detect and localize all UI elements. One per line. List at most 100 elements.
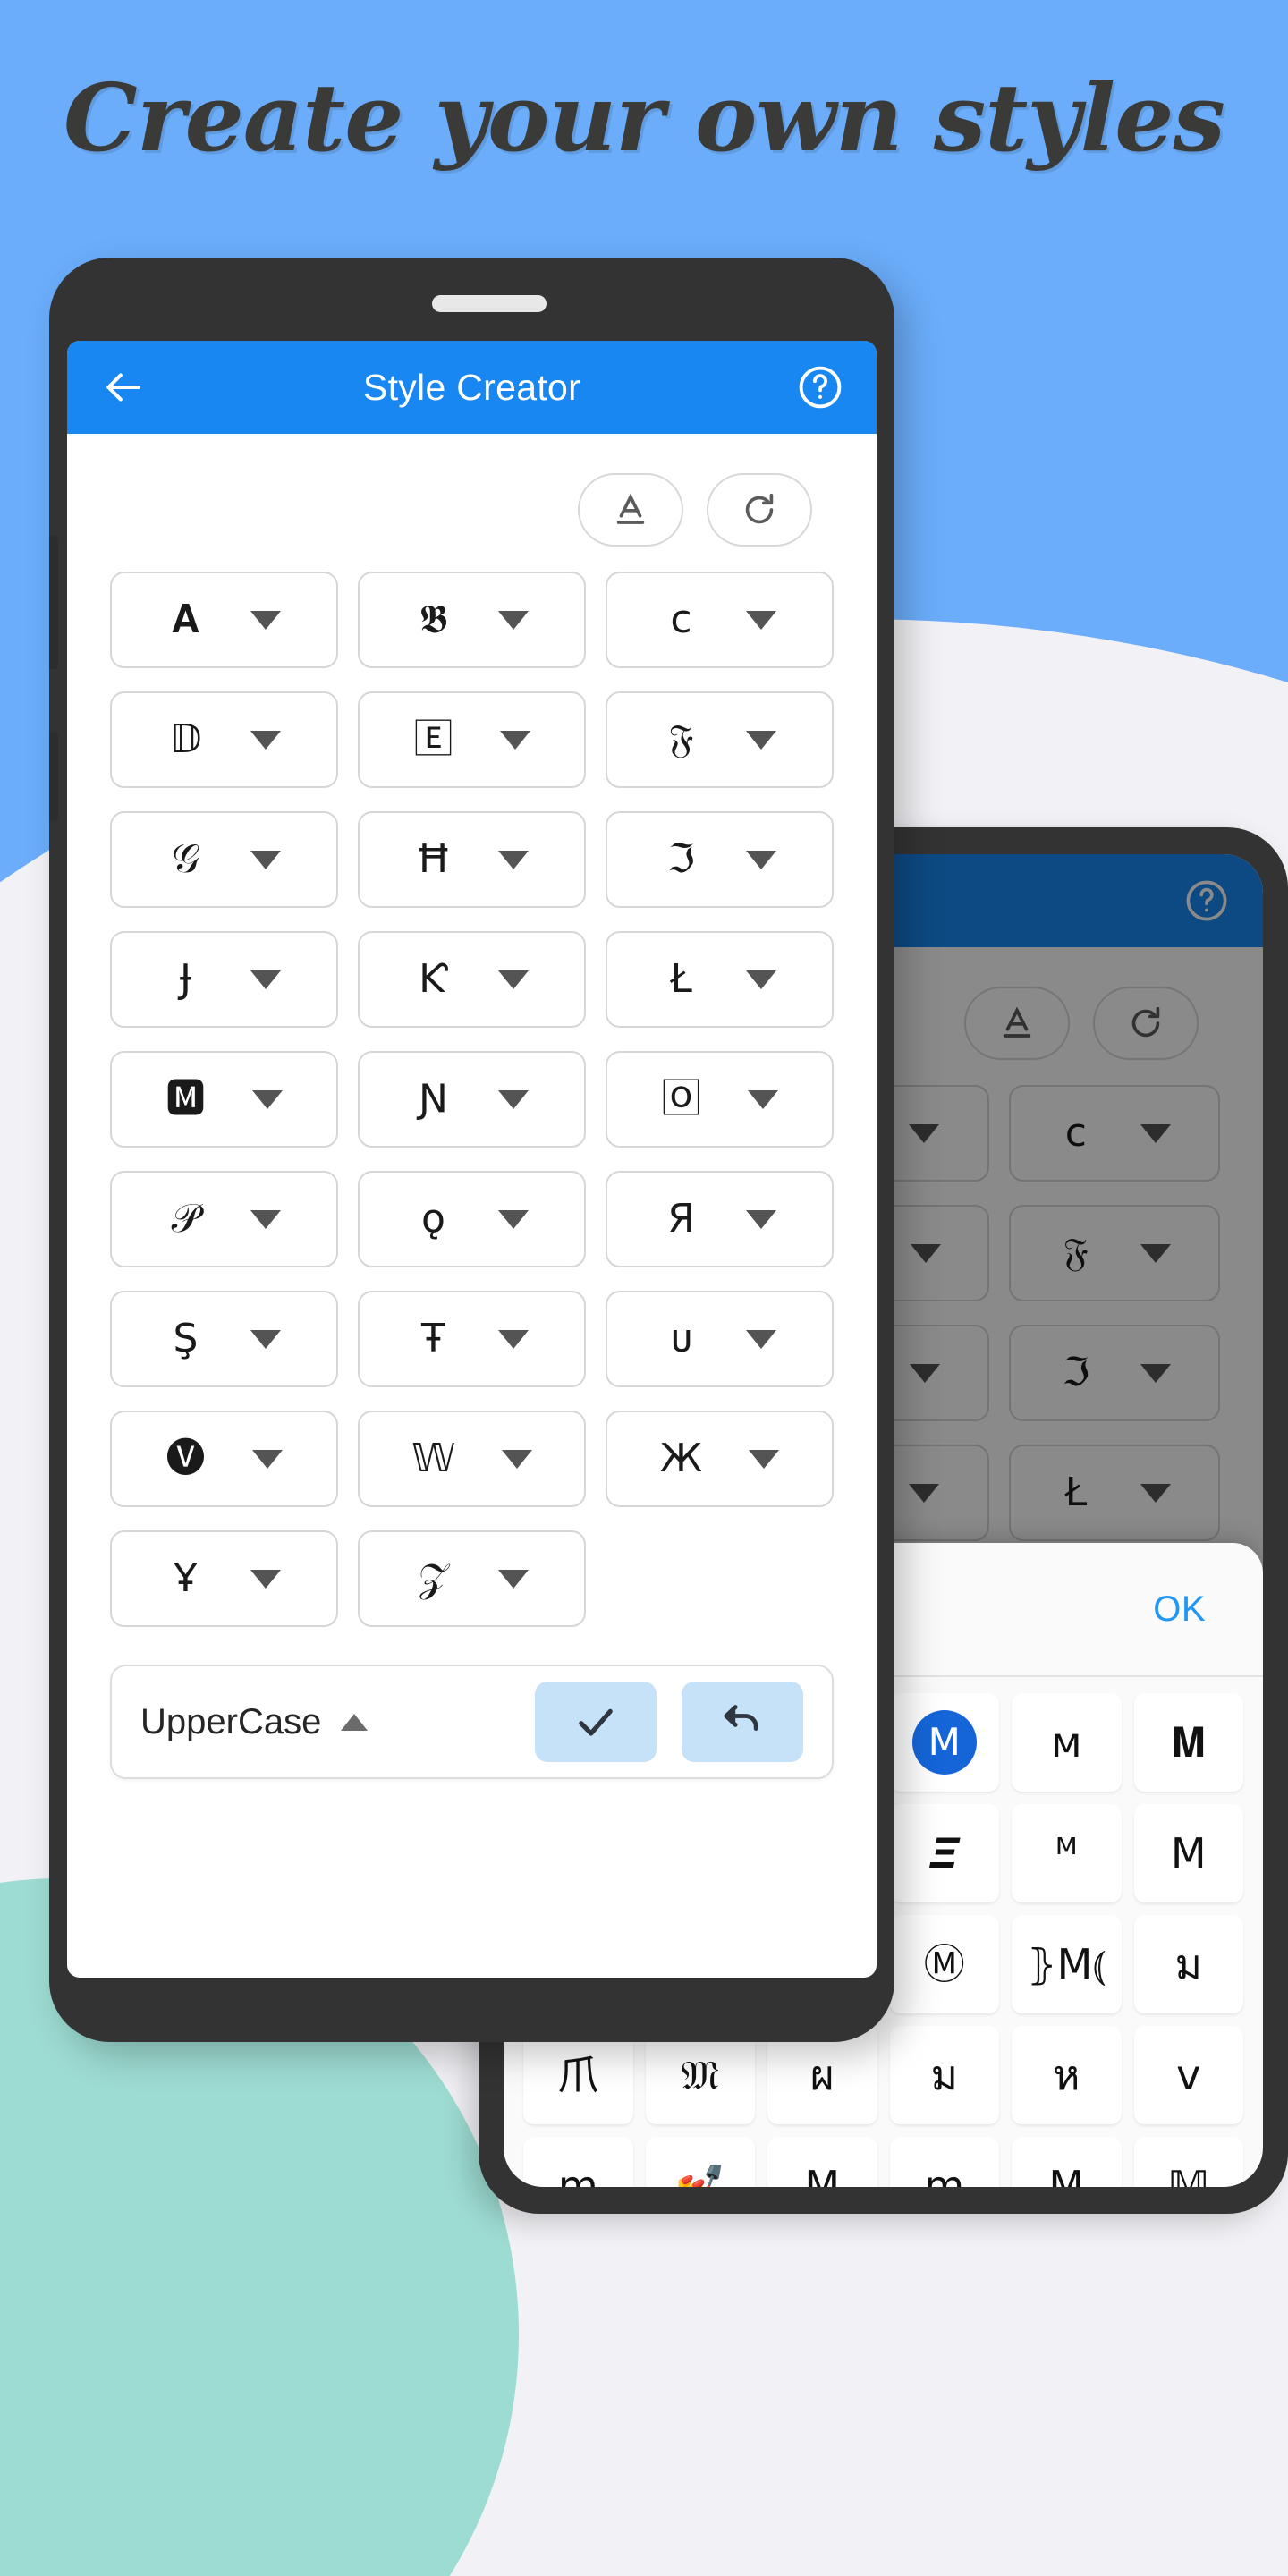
alphabet-cell-z[interactable]: 𝒵 — [358, 1530, 586, 1627]
alphabet-cell-j[interactable]: Ɉ — [110, 931, 338, 1028]
alphabet-cell-q[interactable]: ǫ — [358, 1171, 586, 1267]
alphabet-cell-s[interactable]: Ş — [110, 1291, 338, 1387]
help-circle-icon-b[interactable] — [1181, 875, 1233, 927]
chevron-down-icon[interactable] — [909, 1363, 940, 1383]
chevron-down-icon[interactable] — [745, 970, 776, 989]
variant-cell[interactable]: ⦄Μ⦅ — [1012, 1915, 1122, 2013]
alphabet-cell-w[interactable]: 𝕎 — [358, 1411, 586, 1507]
alphabet-cell-d[interactable]: 𝔻 — [110, 691, 338, 788]
chevron-down-icon[interactable] — [497, 1569, 529, 1589]
variant-cell[interactable]: 𝕄 — [1133, 2137, 1243, 2187]
alphabet-cell-b[interactable]: 𝕭 — [358, 572, 586, 668]
chevron-down-icon[interactable] — [497, 1329, 529, 1349]
text-format-button[interactable] — [578, 473, 683, 547]
variant-cell[interactable]: ม — [1133, 1915, 1243, 2013]
undo-button[interactable] — [682, 1682, 803, 1762]
chevron-down-icon[interactable] — [250, 610, 281, 630]
chevron-down-icon[interactable] — [745, 610, 776, 630]
chevron-down-icon[interactable] — [499, 730, 530, 750]
variant-cell[interactable]: Ⓜ — [889, 1915, 999, 2013]
alphabet-glyph: 🄾 — [661, 1076, 701, 1122]
back-arrow-icon[interactable] — [97, 361, 149, 413]
alphabet-cell-c[interactable]: ᴄ — [1008, 1085, 1220, 1182]
chevron-down-icon[interactable] — [251, 1089, 283, 1109]
case-selector[interactable]: UpperCase — [140, 1702, 369, 1742]
alphabet-cell-k[interactable]: Ƙ — [358, 931, 586, 1028]
chevron-down-icon[interactable] — [1140, 1483, 1171, 1503]
alphabet-cell-m[interactable]: 🅼 — [110, 1051, 338, 1148]
chevron-down-icon[interactable] — [250, 1329, 281, 1349]
ok-button[interactable]: OK — [1153, 1589, 1222, 1630]
chevron-down-icon[interactable] — [251, 1449, 283, 1469]
chevron-down-icon[interactable] — [250, 850, 281, 869]
variant-cell[interactable]: ห — [1012, 2026, 1122, 2124]
variant-cell[interactable]: 𝜩 — [889, 1804, 999, 1902]
variant-glyph: ᴠ — [1176, 2051, 1201, 2099]
alphabet-cell-h[interactable]: Ħ — [358, 811, 586, 908]
chevron-down-icon[interactable] — [501, 1449, 532, 1469]
help-circle-icon[interactable] — [794, 361, 846, 413]
alphabet-glyph: 𝐀 — [172, 597, 199, 642]
alphabet-cell-i[interactable]: ℑ — [1008, 1325, 1220, 1421]
chevron-down-icon[interactable] — [497, 850, 529, 869]
alphabet-cell-v[interactable]: 🅥 — [110, 1411, 338, 1507]
variant-cell[interactable]: M — [889, 1693, 999, 1792]
alphabet-cell-a[interactable]: 𝐀 — [110, 572, 338, 668]
alphabet-cell-l[interactable]: Ł — [606, 931, 834, 1028]
alphabet-cell-t[interactable]: Ŧ — [358, 1291, 586, 1387]
variant-cell[interactable]: ᴠ — [1133, 2026, 1243, 2124]
chevron-down-icon[interactable] — [250, 1569, 281, 1589]
chevron-down-icon[interactable] — [250, 730, 281, 750]
reset-button-b[interactable] — [1093, 987, 1199, 1060]
chevron-down-icon[interactable] — [911, 1243, 942, 1263]
variant-cell[interactable]: Μ — [1012, 2137, 1122, 2187]
chevron-down-icon[interactable] — [909, 1483, 940, 1503]
confirm-button[interactable] — [535, 1682, 657, 1762]
chevron-down-icon[interactable] — [745, 730, 776, 750]
chevron-down-icon[interactable] — [497, 610, 529, 630]
variant-cell[interactable]: ม — [889, 2026, 999, 2124]
variant-glyph: ⦄Μ⦅ — [1026, 1940, 1106, 1988]
chevron-down-icon[interactable] — [250, 1209, 281, 1229]
chevron-down-icon[interactable] — [1140, 1363, 1171, 1383]
alphabet-cell-x[interactable]: Ж — [606, 1411, 834, 1507]
alphabet-cell-i[interactable]: ℑ — [606, 811, 834, 908]
alphabet-cell-f[interactable]: 𝔉 — [1008, 1205, 1220, 1301]
variant-cell[interactable]: ɱ — [889, 2137, 999, 2187]
variant-cell[interactable]: Μ — [767, 2137, 877, 2187]
chevron-down-icon[interactable] — [747, 1089, 778, 1109]
variant-cell[interactable]: 𝐌 — [1133, 1693, 1243, 1792]
alphabet-cell-c[interactable]: ᴄ — [606, 572, 834, 668]
chevron-down-icon[interactable] — [745, 1209, 776, 1229]
variant-cell[interactable]: ɱ — [523, 2137, 633, 2187]
chevron-down-icon[interactable] — [497, 970, 529, 989]
alphabet-cell-o[interactable]: 🄾 — [606, 1051, 834, 1148]
alphabet-cell-f[interactable]: 𝔉 — [606, 691, 834, 788]
variant-cell[interactable]: 💅 — [645, 2137, 755, 2187]
alphabet-cell-e[interactable]: 🄴 — [358, 691, 586, 788]
alphabet-cell-r[interactable]: Я — [606, 1171, 834, 1267]
alphabet-cell-l[interactable]: Ł — [1008, 1445, 1220, 1541]
chevron-down-icon[interactable] — [250, 970, 281, 989]
alphabet-cell-n[interactable]: Ɲ — [358, 1051, 586, 1148]
chevron-down-icon[interactable] — [1140, 1123, 1171, 1143]
variant-cell[interactable]: ᴍ — [1012, 1693, 1122, 1792]
variant-cell[interactable]: Μ — [1133, 1804, 1243, 1902]
variant-cell[interactable]: ᴹ — [1012, 1804, 1122, 1902]
text-format-button-b[interactable] — [964, 987, 1070, 1060]
chevron-down-icon[interactable] — [909, 1123, 940, 1143]
bottom-bar: UpperCase — [110, 1665, 834, 1779]
alphabet-cell-p[interactable]: 𝒫 — [110, 1171, 338, 1267]
chevron-down-icon[interactable] — [745, 1329, 776, 1349]
chevron-down-icon[interactable] — [745, 850, 776, 869]
reset-button[interactable] — [707, 473, 812, 547]
alphabet-cell-y[interactable]: Ұ — [110, 1530, 338, 1627]
alphabet-glyph: 𝕭 — [419, 597, 448, 642]
chevron-down-icon[interactable] — [497, 1089, 529, 1109]
chevron-down-icon[interactable] — [749, 1449, 780, 1469]
alphabet-cell-g[interactable]: 𝒢 — [110, 811, 338, 908]
chevron-down-icon[interactable] — [497, 1209, 529, 1229]
alphabet-cell-u[interactable]: ᴜ — [606, 1291, 834, 1387]
variant-glyph: ห — [1053, 2051, 1080, 2099]
chevron-down-icon[interactable] — [1140, 1243, 1171, 1263]
